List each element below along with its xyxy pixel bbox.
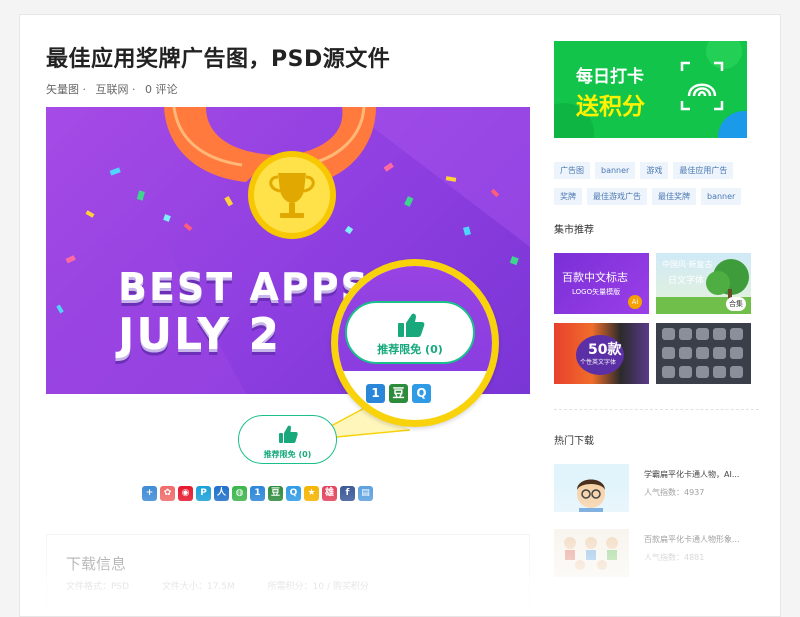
cartoon-people-illustration xyxy=(564,537,618,570)
hot-item-name: 学霸扁平化卡通人物，AI... xyxy=(644,470,740,479)
share-weibo-icon[interactable]: ◉ xyxy=(178,486,193,501)
hot-item-thumbnail xyxy=(554,464,629,512)
magnifier-recommend-button: 推荐限免 (0) xyxy=(345,301,475,364)
banner-headline-july: JULY 2 xyxy=(118,309,282,360)
market-item-subtitle: 日文字体 xyxy=(668,276,705,286)
tag-link[interactable]: 游戏 xyxy=(640,162,669,179)
market-item-title: 百款中文标志 xyxy=(562,271,628,284)
market-item-japanese-font[interactable]: 中国风·新复古 日文字体 合集 xyxy=(656,253,751,314)
market-item-title: 50款 xyxy=(588,342,622,358)
share-tieba-icon[interactable]: 雄 xyxy=(322,486,337,501)
recommend-free-button[interactable]: 推荐限免 (0) xyxy=(238,415,337,464)
share-print-icon[interactable]: ▤ xyxy=(358,486,373,501)
download-info-fields: 文件格式：PSD 文件大小：17.5M 所需积分：10 / 购买积分 xyxy=(66,579,399,592)
market-item-english-fonts[interactable]: 50款 个性英文字体 xyxy=(554,323,649,384)
promo-title: 每日打卡 xyxy=(576,67,644,87)
hot-item-name: 百款扁平化卡通人物形象... xyxy=(644,535,740,544)
mag-douban-icon: 豆 xyxy=(389,384,408,403)
sidebar-divider xyxy=(554,409,759,410)
magnifier-share-icons: 1豆Q xyxy=(366,382,435,403)
recommend-free-label: 推荐限免 (0) xyxy=(263,450,312,459)
market-item-subtitle: 个性英文字体 xyxy=(580,359,617,366)
tag-link[interactable]: 奖牌 xyxy=(554,188,582,205)
file-size: 文件大小：17.5M xyxy=(161,582,235,592)
tag-link[interactable]: 最佳奖牌 xyxy=(652,188,696,205)
market-item-chinese-logo[interactable]: 百款中文标志 LOGO矢量模版 Ai xyxy=(554,253,649,314)
magnifier-callout: 推荐限免 (0) 1豆Q xyxy=(331,259,499,427)
market-section-title: 集市推荐 xyxy=(554,225,594,236)
share-douban-icon[interactable]: 豆 xyxy=(268,486,283,501)
article-meta: 矢量图 · 互联网 · 0 评论 xyxy=(46,81,184,97)
meta-source-link[interactable]: 互联网 · xyxy=(96,83,136,96)
tag-link[interactable]: 广告图 xyxy=(554,162,590,179)
page-title: 最佳应用奖牌广告图，PSD源文件 xyxy=(46,47,391,72)
meta-category-link[interactable]: 矢量图 · xyxy=(46,83,86,96)
share-kaixin-icon[interactable]: 1 xyxy=(250,486,265,501)
tag-cloud: 广告图 banner 游戏 最佳应用广告奖牌 最佳游戏广告 最佳奖牌 banner xyxy=(554,158,764,210)
tag-link[interactable]: 最佳应用广告 xyxy=(673,162,734,179)
magnifier-thumbs-up-icon xyxy=(398,313,425,337)
required-points: 所需积分：10 / 购买积分 xyxy=(267,582,369,592)
hot-item-thumbnail xyxy=(554,529,629,577)
cartoon-avatar-illustration xyxy=(577,479,605,512)
promo-subtitle: 送积分 xyxy=(576,94,645,120)
hot-download-item[interactable]: 学霸扁平化卡通人物，AI... 人气指数：4937 xyxy=(554,464,764,514)
banner-headline-best-apps: BEST APPS xyxy=(118,265,370,309)
share-more-icon[interactable]: + xyxy=(142,486,157,501)
share-wechat-icon[interactable]: ◍ xyxy=(232,486,247,501)
market-item-title: 中国风·新复古 xyxy=(662,260,713,269)
share-toolbar: + ✿ ◉ P 人 ◍ 1 豆 Q ★ 雄 f ▤ xyxy=(142,486,376,505)
hot-item-popularity: 人气指数：4937 xyxy=(644,488,705,497)
daily-checkin-promo[interactable]: 每日打卡 送积分 xyxy=(554,41,747,138)
hot-item-popularity: 人气指数：4881 xyxy=(644,553,705,562)
share-star-icon[interactable]: ★ xyxy=(304,486,319,501)
mag-qq-icon: Q xyxy=(412,384,431,403)
hot-download-item[interactable]: 百款扁平化卡通人物形象... 人气指数：4881 xyxy=(554,529,764,579)
thumbs-up-icon xyxy=(279,425,298,443)
page-frame: 最佳应用奖牌广告图，PSD源文件 矢量图 · 互联网 · 0 评论 BEST A… xyxy=(19,14,781,617)
market-item-buttons-pack[interactable] xyxy=(656,323,751,384)
share-pinterest-icon[interactable]: P xyxy=(196,486,211,501)
share-facebook-icon[interactable]: f xyxy=(340,486,355,501)
tag-link[interactable]: banner xyxy=(701,188,742,205)
collection-badge: 合集 xyxy=(726,297,746,311)
magnifier-recommend-label: 推荐限免 (0) xyxy=(377,343,443,356)
download-info-title: 下载信息 xyxy=(66,555,127,573)
mag-kaixin-icon: 1 xyxy=(366,384,385,403)
market-item-subtitle: LOGO矢量模版 xyxy=(572,288,621,296)
tag-link[interactable]: banner xyxy=(595,162,636,179)
share-qq-icon[interactable]: Q xyxy=(286,486,301,501)
download-info-panel: 下载信息 文件格式：PSD 文件大小：17.5M 所需积分：10 / 购买积分 xyxy=(46,534,530,616)
meta-comment-count[interactable]: 0 评论 xyxy=(145,83,178,96)
file-format: 文件格式：PSD xyxy=(66,582,130,592)
ai-badge: Ai xyxy=(628,295,642,309)
tag-link[interactable]: 最佳游戏广告 xyxy=(587,188,647,205)
share-qzone-icon[interactable]: ✿ xyxy=(160,486,175,501)
share-renren-icon[interactable]: 人 xyxy=(214,486,229,501)
hot-downloads-title: 热门下载 xyxy=(554,436,594,447)
button-grid-illustration xyxy=(662,328,743,378)
